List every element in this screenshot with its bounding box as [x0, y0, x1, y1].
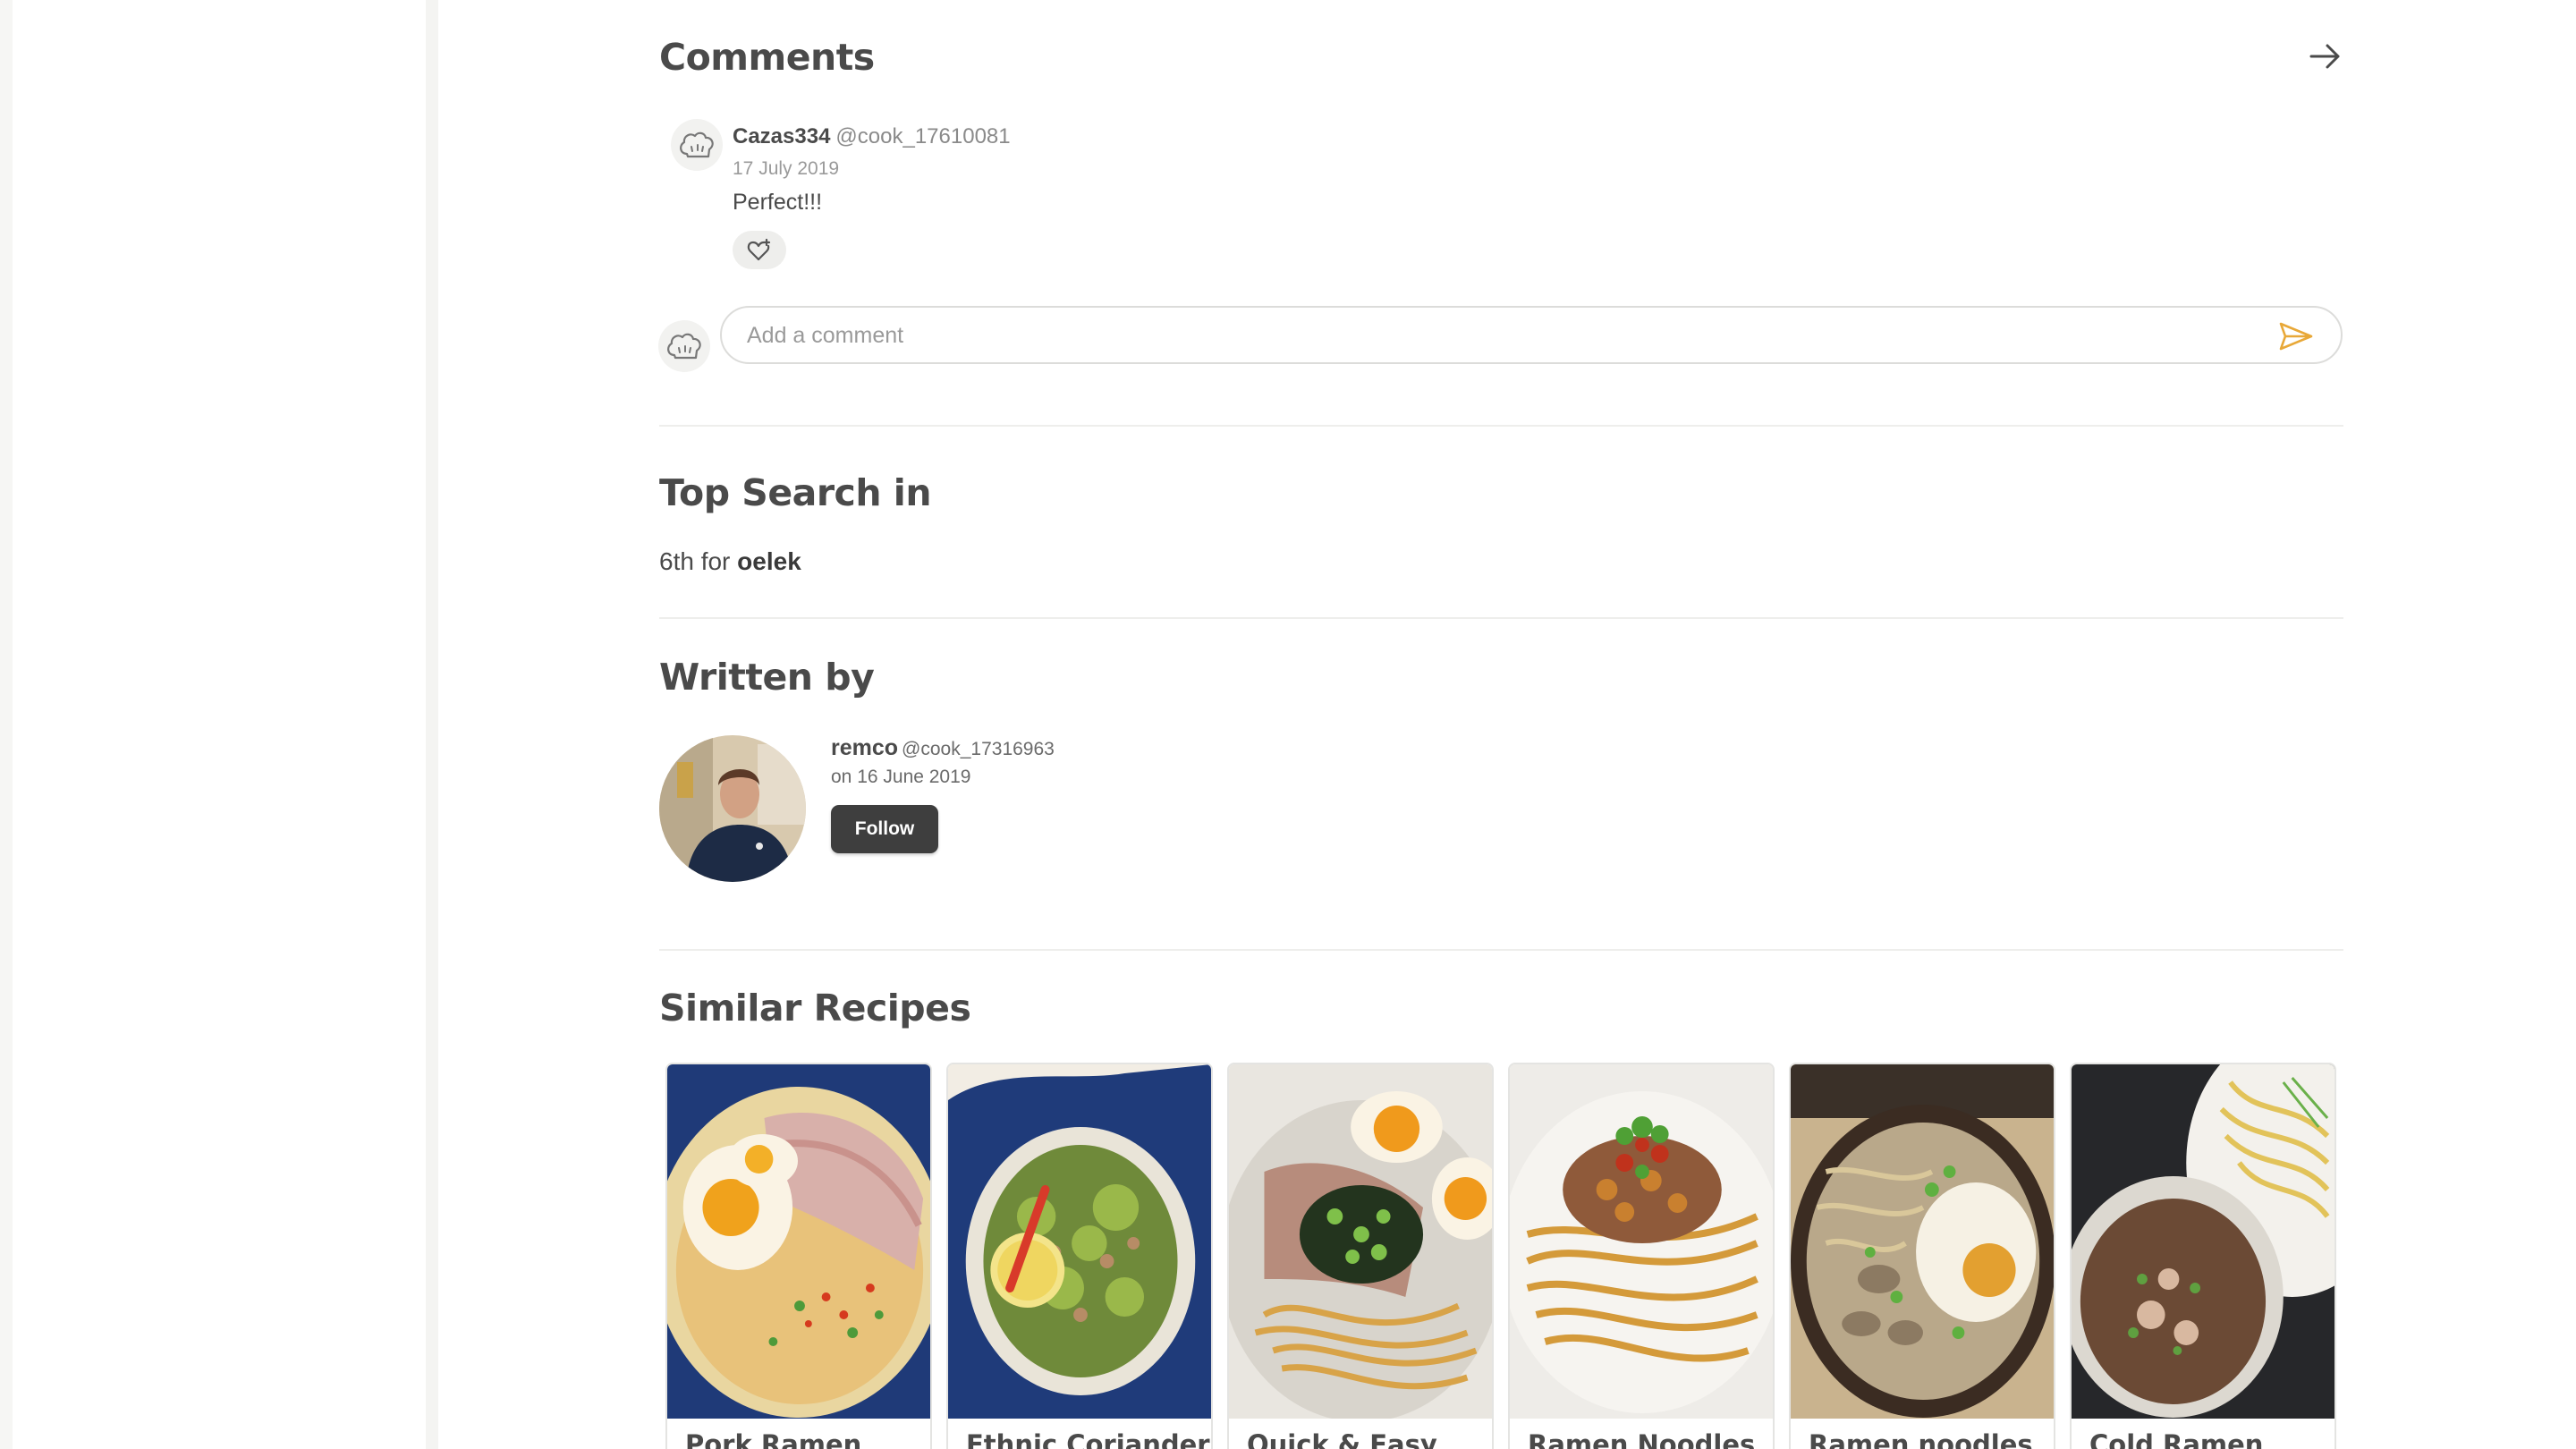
- divider: [659, 949, 2343, 951]
- top-search-keyword[interactable]: oelek: [737, 547, 801, 575]
- author-name-line: remco @cook_17316963: [831, 735, 1055, 761]
- top-search-rank-prefix: 6th for: [659, 547, 731, 575]
- author-date: on 16 June 2019: [831, 767, 971, 787]
- similar-recipes-title: Similar Recipes: [659, 987, 971, 1030]
- chef-hat-icon: [667, 333, 701, 360]
- recipe-title: Cold Ramen: [2089, 1429, 2264, 1449]
- recipe-image: [1791, 1064, 2054, 1419]
- left-rail: [0, 0, 13, 1449]
- recipe-title: Pork Ramen: [685, 1429, 862, 1449]
- recipe-card-quick-easy[interactable]: Quick & Easy: [1227, 1063, 1494, 1449]
- comment-input-box: [720, 306, 2343, 364]
- recipe-card-ethnic-coriander[interactable]: Ethnic Coriander: [946, 1063, 1213, 1449]
- heart-plus-icon: [747, 238, 771, 260]
- author-handle: @cook_17316963: [902, 739, 1055, 759]
- author-photo-image: [659, 735, 806, 882]
- comments-more-button[interactable]: [2302, 39, 2347, 75]
- recipe-title: Quick & Easy: [1247, 1429, 1437, 1449]
- recipe-title: Ramen noodles: [1809, 1429, 2033, 1449]
- send-icon: [2279, 322, 2313, 351]
- recipe-image: [948, 1064, 1211, 1419]
- recipe-title: Ethnic Coriander: [966, 1429, 1210, 1449]
- comment-avatar[interactable]: [671, 119, 723, 171]
- current-user-avatar: [658, 320, 710, 372]
- recipe-card-pork-ramen[interactable]: Pork Ramen: [665, 1063, 932, 1449]
- author-avatar[interactable]: [659, 735, 806, 882]
- recipe-title: Ramen Noodles: [1528, 1429, 1756, 1449]
- chef-hat-icon: [680, 131, 714, 158]
- recipe-image: [1510, 1064, 1773, 1419]
- recipe-image: [667, 1064, 930, 1419]
- recipe-card-cold-ramen[interactable]: Cold Ramen: [2070, 1063, 2336, 1449]
- comment-date: 17 July 2019: [733, 158, 840, 179]
- sidebar-edge: [426, 0, 438, 1449]
- recipe-card-ramen-noodles[interactable]: Ramen Noodles: [1508, 1063, 1775, 1449]
- sidebar: [13, 0, 426, 1449]
- recipe-card-ramen-noodles-2[interactable]: Ramen noodles: [1789, 1063, 2055, 1449]
- written-by-title: Written by: [659, 656, 875, 699]
- recipe-image: [1229, 1064, 1492, 1419]
- top-search-rank: 6th for oelek: [659, 547, 801, 576]
- follow-button[interactable]: Follow: [831, 805, 938, 853]
- comment-author-handle: @cook_17610081: [835, 124, 1011, 148]
- author-name[interactable]: remco: [831, 735, 898, 760]
- divider: [659, 425, 2343, 427]
- comment-like-button[interactable]: [733, 231, 786, 269]
- comment-text: Perfect!!!: [733, 190, 823, 215]
- divider: [659, 617, 2343, 619]
- comment-author-name[interactable]: Cazas334: [733, 124, 830, 148]
- send-comment-button[interactable]: [2278, 320, 2314, 352]
- comment-input[interactable]: [747, 322, 2223, 349]
- comment-author: Cazas334 @cook_17610081: [733, 124, 1011, 149]
- recipe-image: [2072, 1064, 2334, 1419]
- arrow-right-icon: [2309, 44, 2340, 69]
- comments-title: Comments: [659, 36, 875, 79]
- top-search-title: Top Search in: [659, 471, 932, 514]
